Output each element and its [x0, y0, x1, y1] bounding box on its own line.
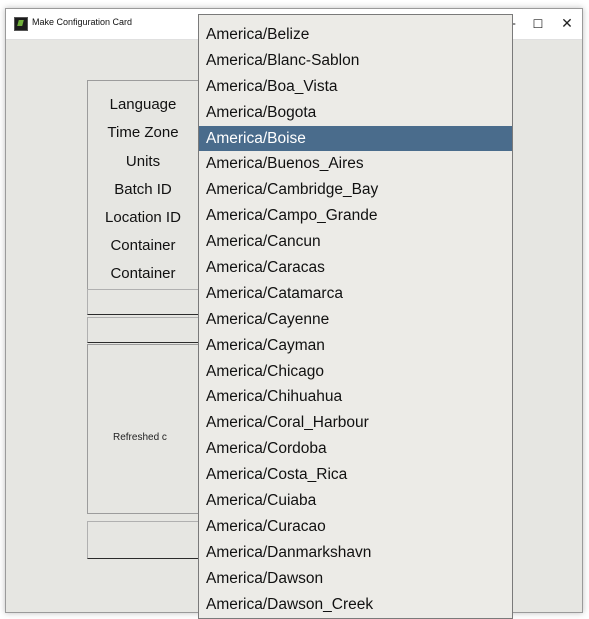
timezone-option[interactable]: America/Danmarkshavn [199, 540, 512, 566]
units-label: Units [125, 153, 161, 170]
timezone-option[interactable]: America/Cayman [199, 333, 512, 359]
timezone-option[interactable]: America/Dawson_Creek [199, 592, 512, 618]
timezone-option[interactable]: America/Cordoba [199, 436, 512, 462]
timezone-option[interactable]: America/Buenos_Aires [199, 151, 512, 177]
timezone-option[interactable]: America/Cancun [199, 229, 512, 255]
batch-id-label: Batch ID [114, 181, 172, 198]
timezone-option[interactable]: America/Dawson [199, 566, 512, 592]
timezone-option[interactable]: America/Curacao [199, 514, 512, 540]
timezone-option[interactable]: America/Coral_Harbour [199, 410, 512, 436]
timezone-option[interactable]: America/Blanc-Sablon [199, 48, 512, 74]
timezone-dropdown-list[interactable]: America/Belize America/Blanc-Sablon Americ… [198, 14, 513, 619]
app-icon [14, 17, 28, 31]
container-label-2: Container [110, 265, 176, 282]
maximize-icon[interactable]: ☐ [523, 9, 553, 39]
timezone-option[interactable]: America/Cambridge_Bay [199, 177, 512, 203]
timezone-option[interactable]: America/Campo_Grande [199, 203, 512, 229]
timezone-option[interactable]: America/Cayenne [199, 307, 512, 333]
language-label: Language [109, 96, 177, 113]
timezone-option[interactable]: America/Boise [199, 125, 512, 152]
timezone-option[interactable]: America/Chihuahua [199, 384, 512, 410]
timezone-option[interactable]: America/Catamarca [199, 281, 512, 307]
timezone-option[interactable]: America/Cuiaba [199, 488, 512, 514]
time-zone-label: Time Zone [107, 124, 179, 141]
window-title: Make Configuration Card [32, 17, 133, 27]
container-label: Container [110, 237, 176, 254]
status-message: Refreshed c [113, 432, 167, 443]
timezone-option[interactable]: America/Chicago [199, 359, 512, 385]
timezone-option[interactable]: America/Bogota [199, 100, 512, 126]
timezone-option[interactable]: America/Caracas [199, 255, 512, 281]
timezone-option[interactable]: America/Boa_Vista [199, 74, 512, 100]
close-icon[interactable]: ✕ [552, 9, 582, 39]
location-id-label: Location ID [105, 209, 181, 226]
timezone-option[interactable]: America/Costa_Rica [199, 462, 512, 488]
timezone-option[interactable]: America/Belize [199, 22, 512, 48]
